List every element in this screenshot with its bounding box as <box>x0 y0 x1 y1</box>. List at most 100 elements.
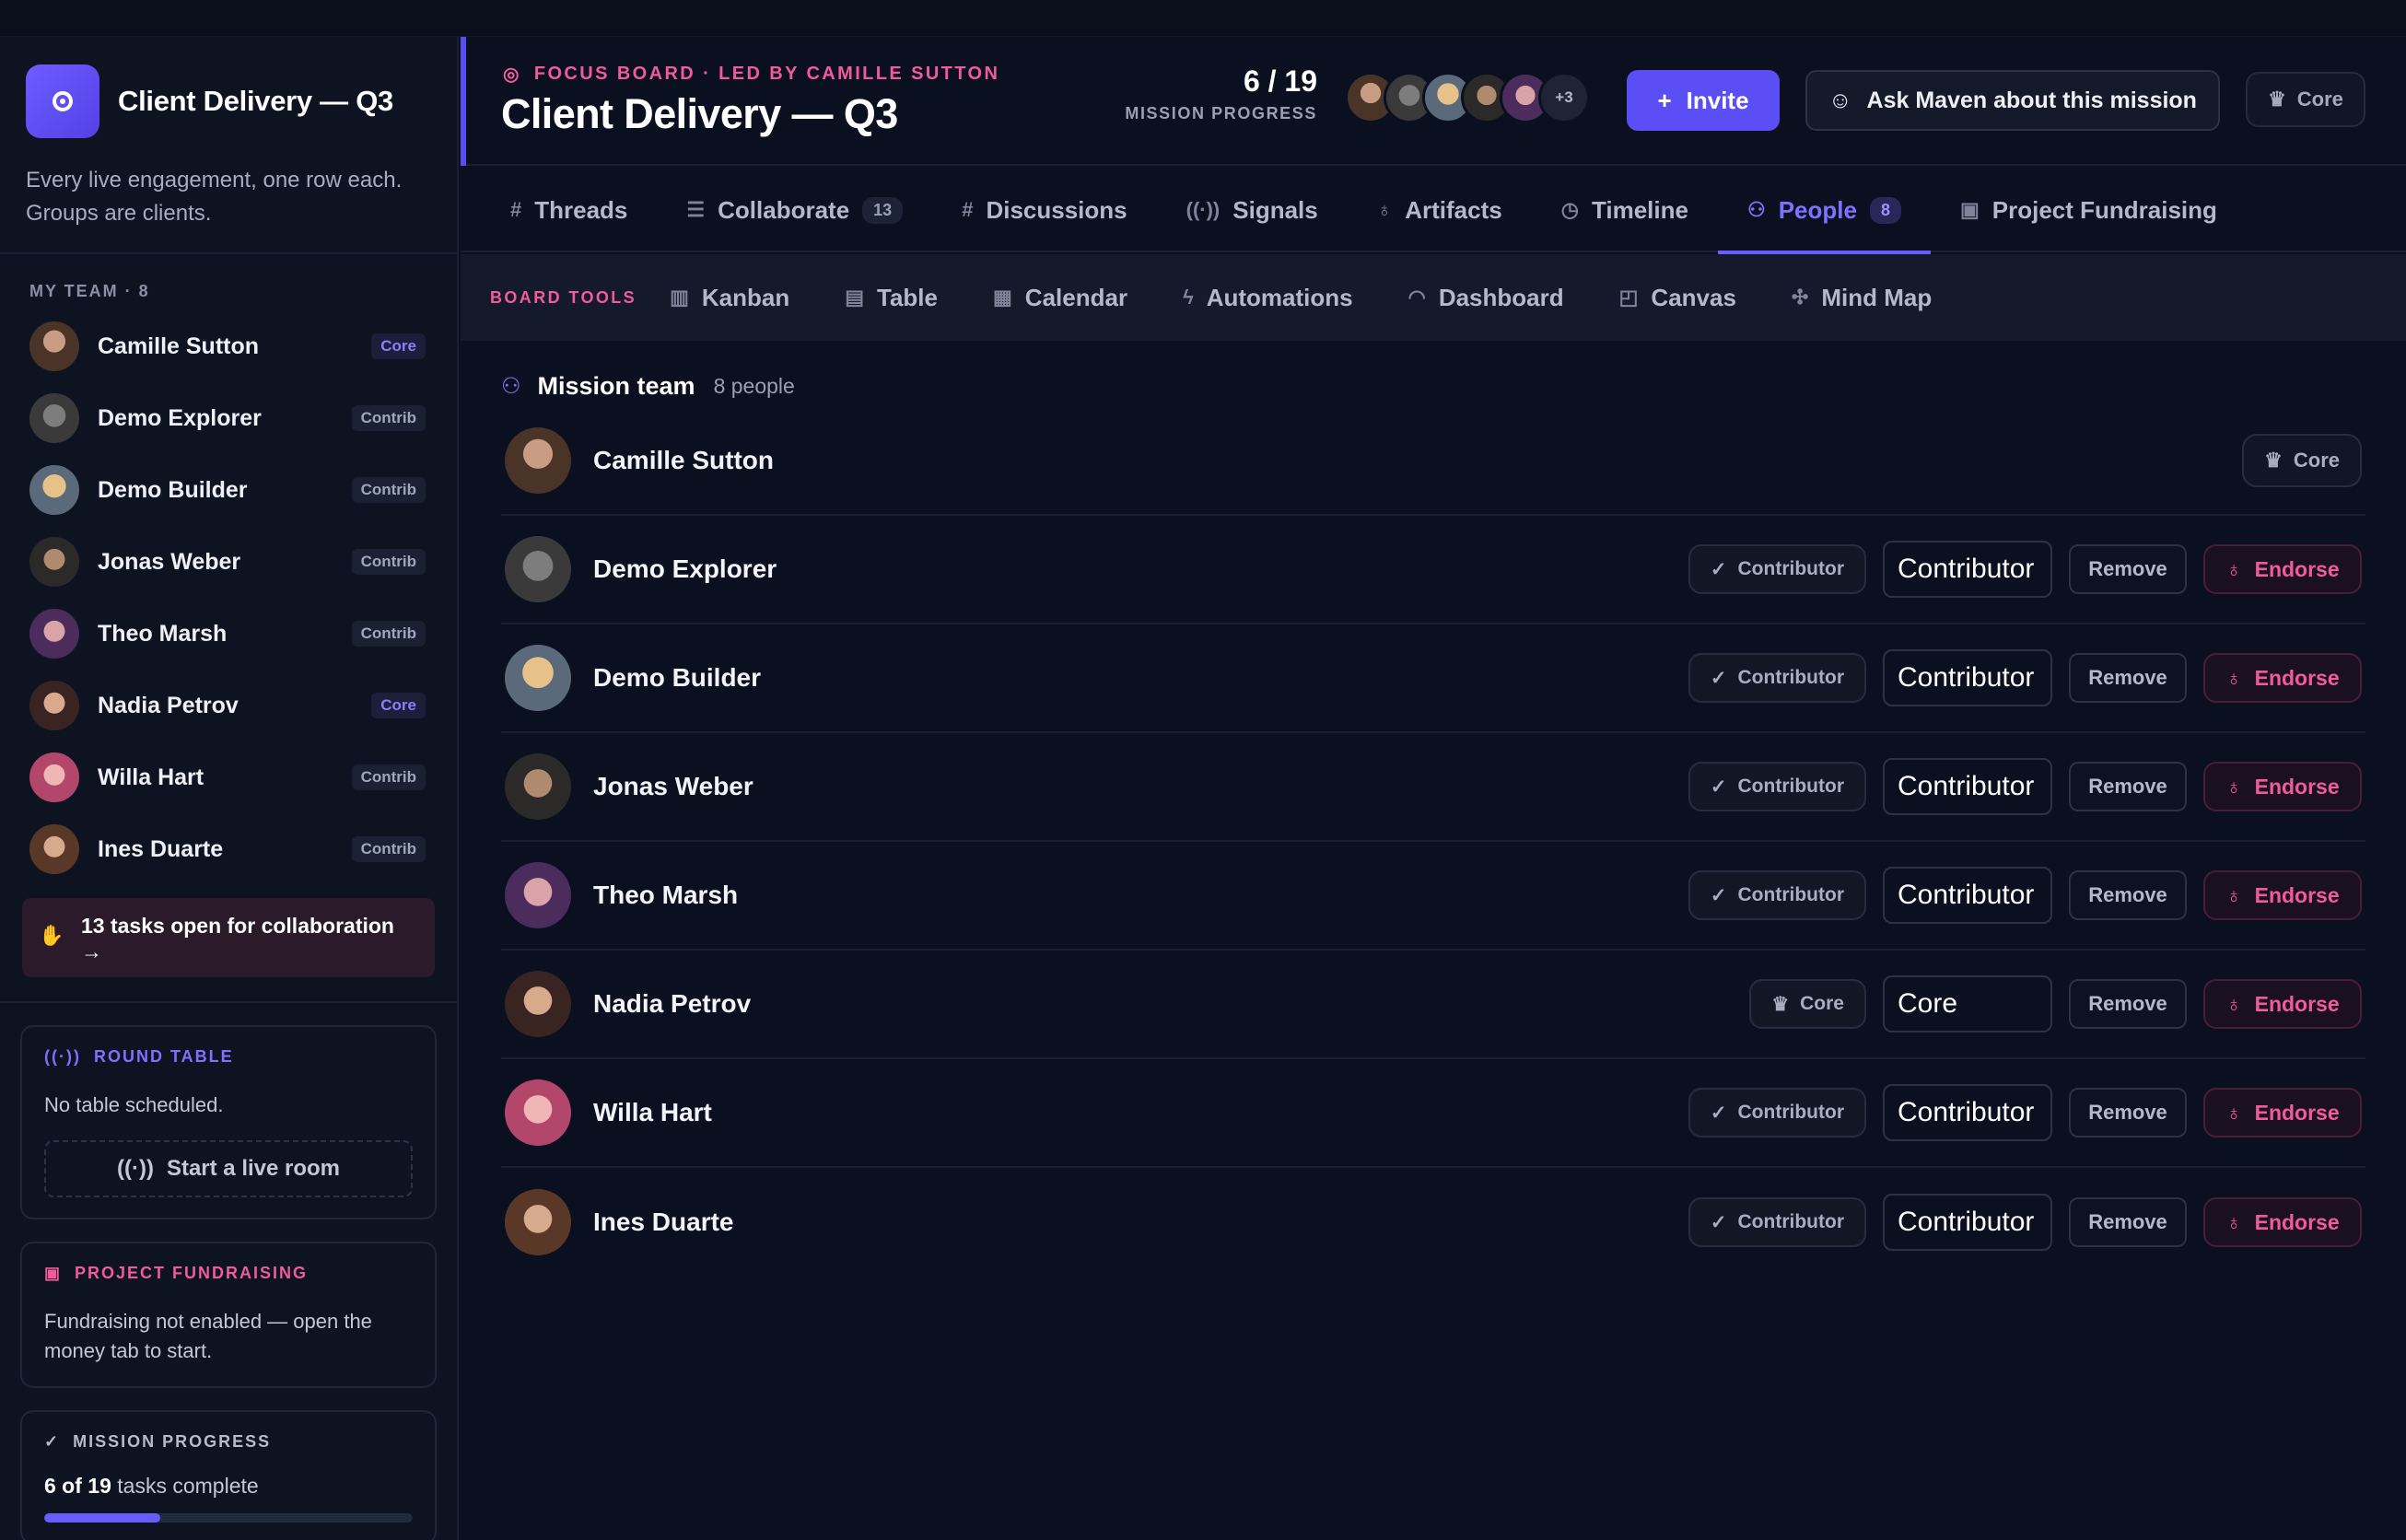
table-icon: ▤ <box>845 286 865 309</box>
tab-label: Signals <box>1232 195 1318 224</box>
fundraising-text: Fundraising not enabled — open the money… <box>44 1310 372 1362</box>
avatar <box>505 1079 571 1146</box>
role-select[interactable]: Core <box>1883 975 2052 1032</box>
remove-button[interactable]: Remove <box>2069 1197 2187 1247</box>
role-pill: ✓ Contributor <box>1688 1088 1866 1138</box>
award-icon: ♁ <box>2225 1100 2242 1125</box>
remove-button[interactable]: Remove <box>2069 762 2187 811</box>
tool-table[interactable]: ▤ Table <box>845 284 938 312</box>
tool-calendar[interactable]: ▦ Calendar <box>993 284 1127 312</box>
header-progress: 6 / 19 MISSION PROGRESS <box>1105 64 1317 123</box>
remove-button[interactable]: Remove <box>2069 544 2187 594</box>
target-icon: ◎ <box>503 64 521 85</box>
avatar <box>505 1189 571 1255</box>
divider <box>0 1001 457 1003</box>
tab-signals[interactable]: ((·)) Signals <box>1157 168 1348 252</box>
progress-fill <box>44 1513 161 1522</box>
avatar <box>505 536 571 602</box>
sidebar-member[interactable]: Camille Sutton Core <box>0 310 457 382</box>
tab-threads[interactable]: # Threads <box>481 168 657 252</box>
member-name: Nadia Petrov <box>593 989 752 1018</box>
progress-value: 6 / 19 <box>1243 64 1317 98</box>
sidebar-member[interactable]: Ines Duarte Contrib <box>0 813 457 885</box>
lightning-icon: ϟ <box>1183 286 1194 309</box>
avatar <box>29 321 79 371</box>
invite-button[interactable]: + Invite <box>1627 70 1780 131</box>
endorse-button[interactable]: ♁ Endorse <box>2203 544 2362 594</box>
clock-icon: ◷ <box>1560 198 1579 221</box>
endorse-label: Endorse <box>2254 665 2340 690</box>
tab-project-fundraising[interactable]: ▣ Project Fundraising <box>1931 168 2247 252</box>
role-select[interactable]: Contributor <box>1883 758 2052 815</box>
member-avatar-stack[interactable]: +3 <box>1345 72 1590 123</box>
endorse-button[interactable]: ♁ Endorse <box>2203 1197 2362 1247</box>
sidebar-member[interactable]: Willa Hart Contrib <box>0 741 457 813</box>
avatar <box>29 465 79 515</box>
tool-automations[interactable]: ϟ Automations <box>1183 284 1353 312</box>
endorse-button[interactable]: ♁ Endorse <box>2203 1088 2362 1138</box>
tab-artifacts[interactable]: ♁ Artifacts <box>1348 168 1532 252</box>
main-panel: ◎ FOCUS BOARD · LED BY CAMILLE SUTTON Cli… <box>461 37 2406 1540</box>
member-name: Theo Marsh <box>593 881 739 909</box>
role-select[interactable]: Contributor <box>1883 1194 2052 1251</box>
remove-button[interactable]: Remove <box>2069 870 2187 920</box>
gauge-icon: ◠ <box>1407 286 1426 309</box>
sidebar-member[interactable]: Nadia Petrov Core <box>0 670 457 741</box>
tool-kanban[interactable]: ▥ Kanban <box>670 284 789 312</box>
ask-maven-button[interactable]: ☺ Ask Maven about this mission <box>1805 70 2220 131</box>
tool-dashboard[interactable]: ◠ Dashboard <box>1408 284 1564 312</box>
tab-label: Collaborate <box>718 195 850 224</box>
plus-icon: + <box>1657 86 1672 114</box>
tab-count: 8 <box>1869 196 1901 224</box>
progress-label: MISSION PROGRESS <box>1125 104 1317 122</box>
endorse-button[interactable]: ♁ Endorse <box>2203 653 2362 703</box>
calendar-icon: ▦ <box>993 286 1012 309</box>
window-top-strip <box>0 0 2406 37</box>
avatar <box>29 752 79 802</box>
remove-button[interactable]: Remove <box>2069 653 2187 703</box>
broadcast-icon: ((·)) <box>44 1047 81 1066</box>
sidebar-brand[interactable]: Client Delivery — Q3 <box>26 64 431 138</box>
avatar <box>505 645 571 711</box>
fundraising-card: ▣ PROJECT FUNDRAISING Fundraising not ena… <box>20 1242 437 1388</box>
crown-icon: ♛ <box>2268 88 2286 111</box>
sidebar-title: Client Delivery — Q3 <box>118 85 393 117</box>
board-tabs: # Threads ☰ Collaborate 13 # Discussions ((·… <box>461 168 2406 254</box>
role-pill-label: Contributor <box>1737 884 1844 905</box>
broadcast-icon: ((·)) <box>1185 198 1221 221</box>
role-select[interactable]: Contributor <box>1883 867 2052 924</box>
endorse-button[interactable]: ♁ Endorse <box>2203 979 2362 1029</box>
endorse-button[interactable]: ♁ Endorse <box>2203 762 2362 811</box>
board-kicker: ◎ FOCUS BOARD · LED BY CAMILLE SUTTON <box>503 63 999 86</box>
role-select[interactable]: Contributor <box>1883 1084 2052 1141</box>
role-pill: ✓ Contributor <box>1688 1197 1866 1247</box>
sidebar-member[interactable]: Demo Builder Contrib <box>0 454 457 526</box>
sidebar-member[interactable]: Jonas Weber Contrib <box>0 526 457 598</box>
sidebar-member[interactable]: Theo Marsh Contrib <box>0 598 457 670</box>
role-badge: Contrib <box>351 764 426 790</box>
check-icon: ✓ <box>1710 884 1727 906</box>
remove-button[interactable]: Remove <box>2069 979 2187 1029</box>
endorse-button[interactable]: ♁ Endorse <box>2203 870 2362 920</box>
sidebar-member[interactable]: Demo Explorer Contrib <box>0 382 457 454</box>
role-select[interactable]: Contributor <box>1883 649 2052 706</box>
start-live-room-button[interactable]: ((·)) Start a live room <box>44 1140 413 1197</box>
role-select[interactable]: Contributor <box>1883 541 2052 598</box>
endorse-label: Endorse <box>2254 991 2340 1016</box>
tab-collaborate[interactable]: ☰ Collaborate 13 <box>657 168 932 252</box>
remove-button[interactable]: Remove <box>2069 1088 2187 1138</box>
tool-label: Dashboard <box>1438 283 1564 311</box>
tool-label: Kanban <box>701 283 790 311</box>
endorse-label: Endorse <box>2254 1100 2340 1125</box>
tab-timeline[interactable]: ◷ Timeline <box>1532 168 1718 252</box>
tool-mind-map[interactable]: ✣ Mind Map <box>1792 284 1932 312</box>
award-icon: ♁ <box>2225 665 2242 690</box>
tab-people[interactable]: ⚇ People 8 <box>1717 168 1931 254</box>
tool-canvas[interactable]: ◰ Canvas <box>1619 284 1736 312</box>
collab-tasks-link[interactable]: ✋ 13 tasks open for collaboration → <box>22 898 435 977</box>
tab-discussions[interactable]: # Discussions <box>932 168 1156 252</box>
role-core-button[interactable]: ♛ Core <box>2246 72 2365 127</box>
role-pill-label: Contributor <box>1737 1102 1844 1123</box>
board-tools-bar: BOARD TOOLS ▥ Kanban ▤ Table ▦ Calendar ϟ Au… <box>461 254 2406 341</box>
check-icon: ✓ <box>1710 1211 1727 1233</box>
